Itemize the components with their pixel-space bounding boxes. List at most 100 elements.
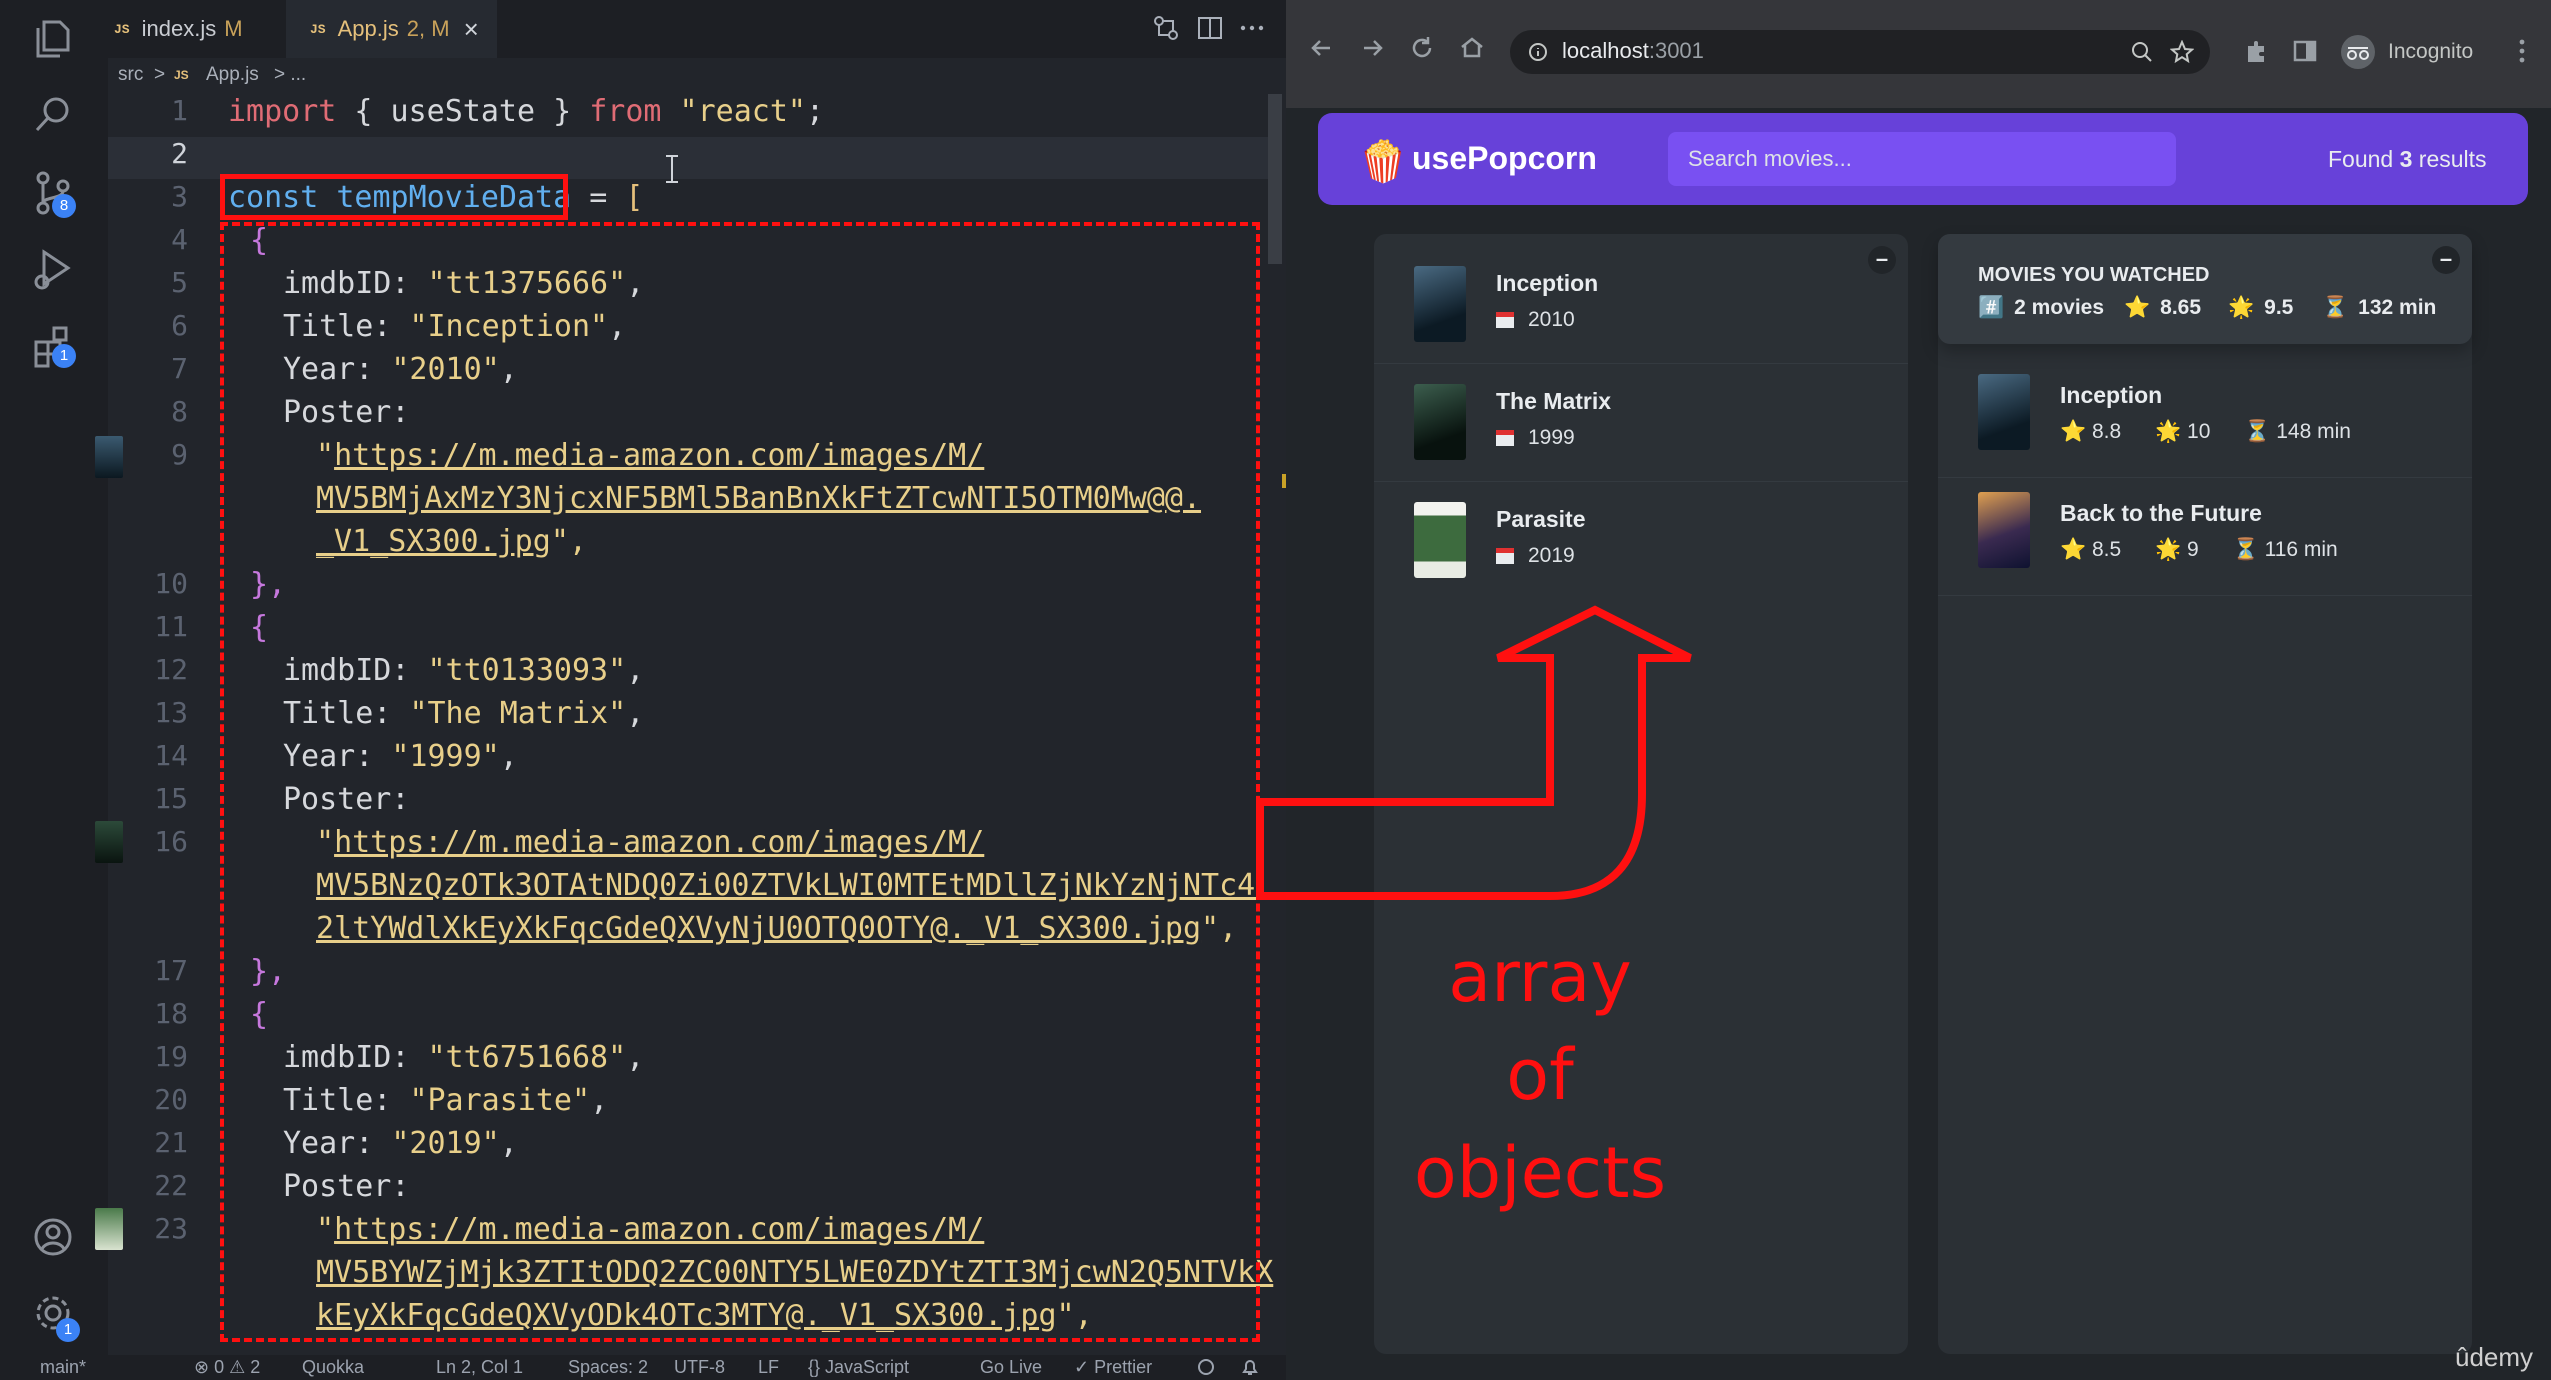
javascript-file-icon: JS — [114, 21, 130, 37]
results-suffix: results — [2412, 146, 2487, 172]
feedback-icon[interactable] — [1196, 1357, 1216, 1377]
close-icon[interactable]: × — [464, 14, 479, 45]
movie-poster — [1414, 384, 1466, 460]
hourglass-icon: ⏳ — [2244, 420, 2271, 443]
forward-arrow-icon[interactable] — [1358, 34, 1386, 62]
udemy-watermark: ûdemy — [2455, 1342, 2534, 1372]
source-control-badge: 8 — [52, 194, 76, 218]
side-panel-icon[interactable] — [2292, 38, 2318, 64]
breadcrumb: src > JS App.js > ... — [108, 58, 1286, 94]
status-encoding[interactable]: UTF-8 — [674, 1357, 725, 1378]
browser-menu-icon[interactable] — [2514, 36, 2530, 66]
incognito-icon — [2341, 35, 2375, 69]
star-icon: ⭐️ — [2060, 538, 2087, 561]
code-token: import — [228, 94, 337, 129]
extensions-puzzle-icon[interactable] — [2242, 38, 2270, 66]
movie-title: Inception — [1496, 270, 1599, 296]
status-problems[interactable]: ⊗ 0 ⚠ 2 — [194, 1357, 260, 1378]
app-logo-text: usePopcorn — [1412, 140, 1597, 176]
breadcrumb-file[interactable]: App.js — [206, 64, 259, 86]
summary-count: #️⃣ 2 movies — [1978, 296, 2104, 320]
notifications-bell-icon[interactable] — [1240, 1357, 1260, 1377]
line-number: 6 — [171, 309, 188, 342]
tab-index-js[interactable]: JS index.js M — [108, 0, 267, 58]
more-actions-icon[interactable] — [1238, 14, 1266, 42]
summary-runtime: ⏳ 132 min — [2322, 296, 2436, 320]
movie-year: 2010 — [1496, 308, 1575, 332]
javascript-file-icon: JS — [310, 21, 326, 37]
run-debug-icon[interactable] — [28, 244, 78, 294]
calendar-icon — [1496, 548, 1514, 564]
movie-list-item[interactable]: Parasite 2019 — [1374, 482, 1908, 600]
back-arrow-icon[interactable] — [1308, 34, 1336, 62]
line-number: 4 — [171, 223, 188, 256]
movie-poster — [1978, 492, 2030, 568]
split-editor-icon[interactable] — [1196, 14, 1224, 42]
editor-tab-bar: JS index.js M JS App.js 2, M × — [108, 0, 1286, 58]
movie-list-item[interactable]: The Matrix 1999 — [1374, 364, 1908, 482]
line-number: 1 — [171, 94, 188, 127]
status-language[interactable]: {} JavaScript — [808, 1357, 909, 1378]
status-eol[interactable]: LF — [758, 1357, 779, 1378]
bookmark-star-icon[interactable] — [2170, 40, 2194, 64]
hourglass-icon: ⏳ — [2322, 296, 2349, 319]
incognito-label: Incognito — [2388, 40, 2474, 63]
code-token: [ — [625, 180, 644, 215]
breadcrumb-separator: > — [154, 64, 166, 85]
movie-list-item[interactable]: Inception 2010 — [1374, 246, 1908, 364]
status-prettier[interactable]: ✓ Prettier — [1074, 1357, 1152, 1378]
line-number: 23 — [154, 1212, 188, 1245]
summary-user-rating: 🌟 9.5 — [2228, 296, 2293, 320]
breadcrumb-more[interactable]: > ... — [274, 64, 306, 86]
summary-user-value: 9.5 — [2264, 296, 2294, 319]
home-icon[interactable] — [1458, 34, 1486, 62]
glowing-star-icon: 🌟 — [2155, 538, 2182, 561]
user-rating: 10 — [2187, 420, 2211, 443]
incognito-chip[interactable]: Incognito — [2340, 32, 2530, 72]
url-text[interactable]: localhost:3001 — [1562, 38, 1704, 64]
status-quokka[interactable]: Quokka — [302, 1357, 364, 1378]
site-info-icon[interactable] — [1528, 42, 1548, 62]
line-number: 9 — [171, 438, 188, 471]
collapse-toggle-button[interactable]: – — [2432, 246, 2460, 274]
line-number: 3 — [171, 180, 188, 213]
compare-changes-icon[interactable] — [1152, 14, 1180, 42]
watched-stats: ⭐️ 8.5 🌟 9 ⏳ 116 min — [2060, 538, 2338, 562]
line-number: 19 — [154, 1040, 188, 1073]
status-branch[interactable]: main* — [40, 1357, 86, 1378]
tab-modified-badge: 2, M — [406, 16, 450, 41]
movie-poster — [1978, 374, 2030, 450]
summary-title: MOVIES YOU WATCHED — [1978, 264, 2210, 286]
movie-poster — [1414, 502, 1466, 578]
accounts-icon[interactable] — [28, 1212, 78, 1262]
tab-label: App.js — [337, 16, 399, 41]
calendar-icon — [1496, 312, 1514, 328]
watched-movie-item[interactable]: Inception ⭐️ 8.8 🌟 10 ⏳ 148 min — [1938, 360, 2472, 478]
status-spaces[interactable]: Spaces: 2 — [568, 1357, 648, 1378]
movie-title: Parasite — [1496, 506, 1586, 532]
reload-icon[interactable] — [1408, 34, 1436, 62]
watched-movie-item[interactable]: Back to the Future ⭐️ 8.5 🌟 9 ⏳ 116 min — [1938, 478, 2472, 596]
line-number: 2 — [171, 137, 188, 170]
summary-runtime-value: 132 min — [2358, 296, 2437, 319]
line-number: 21 — [154, 1126, 188, 1159]
search-input[interactable] — [1668, 132, 2176, 186]
status-cursor-position[interactable]: Ln 2, Col 1 — [436, 1357, 523, 1378]
line-number: 8 — [171, 395, 188, 428]
movie-year-value: 2019 — [1528, 544, 1575, 567]
tab-app-js[interactable]: JS App.js 2, M × — [286, 0, 497, 58]
javascript-file-icon: JS — [174, 68, 189, 82]
hourglass-icon: ⏳ — [2232, 538, 2259, 561]
editor-scrollbar[interactable] — [1268, 94, 1282, 264]
search-icon[interactable] — [28, 90, 78, 140]
movie-title: Back to the Future — [2060, 500, 2262, 526]
calendar-icon — [1496, 430, 1514, 446]
line-number: 16 — [154, 825, 188, 858]
status-go-live[interactable]: Go Live — [980, 1357, 1042, 1378]
explorer-icon[interactable] — [28, 14, 78, 64]
zoom-magnifier-icon[interactable] — [2130, 40, 2154, 64]
breadcrumb-folder[interactable]: src — [118, 64, 143, 86]
runtime: 148 min — [2276, 420, 2351, 443]
movie-year: 2019 — [1496, 544, 1575, 568]
settings-badge: 1 — [56, 1318, 80, 1342]
